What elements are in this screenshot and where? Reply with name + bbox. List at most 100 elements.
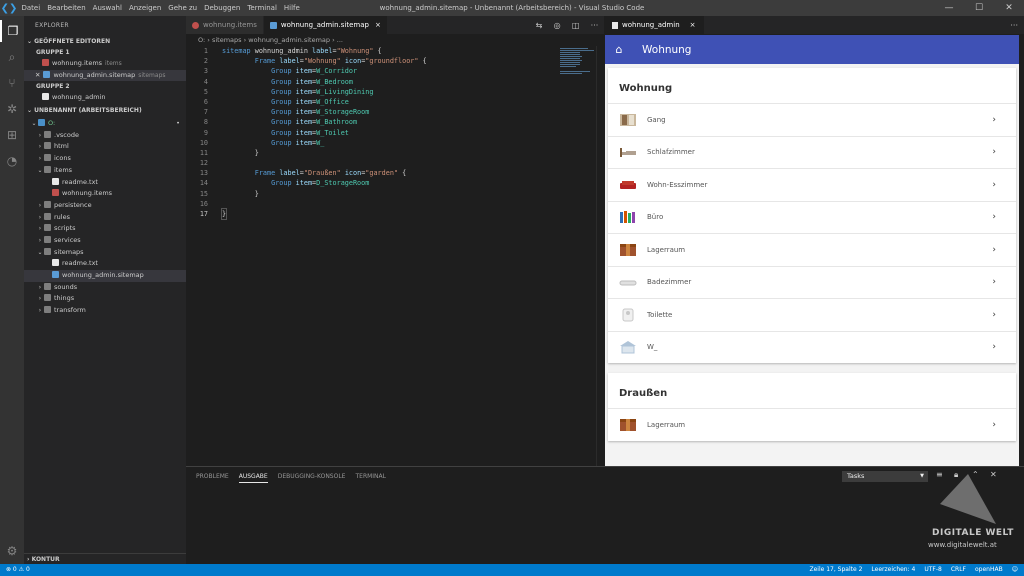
more-actions-icon[interactable]: ··· [591,21,599,30]
list-item-lagerraum[interactable]: Lagerraum › [608,233,1016,266]
feedback-icon[interactable]: ☺ [1012,564,1018,576]
encoding[interactable]: UTF-8 [924,564,942,576]
open-editor-wohnung-admin-preview[interactable]: wohnung_admin [24,92,186,104]
panel-tabs: PROBLEME AUSGABE DEBUGGING-KONSOLE TERMI… [196,473,386,483]
sitemap-preview: ⌂ Wohnung Wohnung Gang › Schlafzimmer › … [605,35,1019,466]
tree-folder-rules[interactable]: › rules [24,212,186,224]
menu-gehe-zu[interactable]: Gehe zu [165,0,201,16]
list-item-wohn-esszimmer[interactable]: Wohn-Esszimmer › [608,168,1016,201]
minimap[interactable] [556,46,600,466]
list-item-badezimmer[interactable]: Badezimmer › [608,265,1016,299]
tree-file-items-readme[interactable]: readme.txt [24,177,186,189]
menu-anzeigen[interactable]: Anzeigen [125,0,164,16]
group-1-label: GRUPPE 1 [36,49,70,56]
items-file-icon [42,59,49,66]
open-editor-wohnung-admin-sitemap[interactable]: ✕ wohnung_admin.sitemap sitemaps [24,69,186,82]
search-icon[interactable]: ⌕ [0,46,24,68]
close-icon[interactable]: ✕ [994,0,1024,16]
folder-icon [44,294,51,302]
code-line: 16 [199,199,208,208]
open-editors-section[interactable]: ⌄ GEÖFFNETE EDITOREN [24,36,186,47]
tab-wohnung-items[interactable]: wohnung.items [186,16,264,34]
storage-box-icon [619,243,637,257]
tree-folder-sitemaps[interactable]: ⌄ sitemaps [24,247,186,259]
tab-ausgabe[interactable]: AUSGABE [238,473,268,483]
language-mode[interactable]: openHAB [975,564,1003,576]
tree-folder-services[interactable]: › services [24,235,186,247]
tree-folder-things[interactable]: › things [24,293,186,305]
list-item-w[interactable]: W_ › [608,330,1016,364]
home-icon[interactable]: ⌂ [605,43,633,56]
chevron-right-icon: › [992,277,996,288]
storage-box-icon [619,418,637,432]
tree-folder-vscode[interactable]: › .vscode [24,130,186,142]
tree-file-wohnung-admin-sitemap[interactable]: wohnung_admin.sitemap [24,270,186,282]
list-item-gang[interactable]: Gang › [608,103,1016,136]
maximize-icon[interactable]: ☐ [964,0,994,16]
tree-folder-sounds[interactable]: › sounds [24,282,186,294]
indentation[interactable]: Leerzeichen: 4 [871,564,915,576]
menu-debuggen[interactable]: Debuggen [201,0,244,16]
explorer-header: EXPLORER [35,22,69,29]
folder-icon [44,200,51,208]
corridor-icon [619,113,637,127]
chevron-right-icon: › [38,155,42,163]
explorer-icon[interactable]: ❐ [0,20,24,42]
split-editor-icon[interactable]: ◫ [572,21,580,30]
code-editor[interactable]: 1 sitemap wohnung_admin label="Wohnung" {… [186,46,556,466]
compare-icon[interactable]: ⇆ [536,21,543,30]
workspace-section[interactable]: ⌄ UNBENANNT (ARBEITSBEREICH) [24,105,186,116]
list-item-lagerraum-draussen[interactable]: Lagerraum › [608,408,1016,441]
close-icon[interactable]: ✕ [35,71,40,79]
list-item-schlafzimmer[interactable]: Schlafzimmer › [608,135,1016,169]
minimize-icon[interactable]: — [934,0,964,16]
close-tab-icon[interactable]: × [375,21,381,29]
list-item-buero[interactable]: Büro › [608,200,1016,234]
tab-probleme[interactable]: PROBLEME [196,473,229,483]
tree-root-o[interactable]: ⌄ O: • [24,118,186,130]
tree-folder-persistence[interactable]: › persistence [24,200,186,212]
tree-file-wohnung-items[interactable]: wohnung.items [24,188,186,200]
output-channel-select[interactable]: Tasks ▼ [842,471,928,482]
tree-folder-transform[interactable]: › transform [24,305,186,317]
menu-datei[interactable]: Datei [18,0,44,16]
debug-icon[interactable]: ✲ [0,98,24,120]
extensions-icon[interactable]: ⊞ [0,124,24,146]
tree-folder-html[interactable]: › html [24,141,186,153]
line-ending[interactable]: CRLF [951,564,966,576]
menu-auswahl[interactable]: Auswahl [89,0,125,16]
tree-folder-icons[interactable]: › icons [24,153,186,165]
openhab-icon[interactable]: ◔ [0,150,24,172]
tree-file-sitemaps-readme[interactable]: readme.txt [24,258,186,270]
chevron-right-icon: › [38,143,42,151]
tree-folder-items[interactable]: ⌄ items [24,165,186,177]
problems-indicator[interactable]: ⊗ 0 ⚠ 0 [6,564,30,576]
cursor-position[interactable]: Zeile 17, Spalte 2 [810,564,863,576]
tab-wohnung-admin-sitemap[interactable]: wohnung_admin.sitemap × [263,16,388,34]
open-editor-wohnung-items[interactable]: wohnung.items items [24,58,186,70]
editor-scrollbar[interactable] [596,46,604,466]
close-tab-icon[interactable]: × [690,21,696,29]
list-item-toilette[interactable]: Toilette › [608,298,1016,331]
outline-section[interactable]: › KONTUR [24,553,186,564]
code-line: 6 Group item=W_Office [203,97,349,106]
tree-folder-scripts[interactable]: › scripts [24,223,186,235]
source-control-icon[interactable]: ⑂ [0,72,24,94]
more-actions-icon[interactable]: ··· [1010,21,1018,30]
chevron-right-icon: › [38,213,42,221]
preview-toolbar: ··· [1010,16,1018,34]
tab-terminal[interactable]: TERMINAL [355,473,386,483]
menu-terminal[interactable]: Terminal [244,0,281,16]
menu-hilfe[interactable]: Hilfe [280,0,303,16]
tab-debugging-konsole[interactable]: DEBUGGING-KONSOLE [278,473,346,483]
toilet-paper-icon [619,308,637,322]
bottom-panel: PROBLEME AUSGABE DEBUGGING-KONSOLE TERMI… [186,466,1024,564]
frame-title: Draußen [619,388,668,399]
chevron-right-icon: › [992,147,996,158]
chevron-right-icon: › [38,295,42,303]
status-bar: ⊗ 0 ⚠ 0 Zeile 17, Spalte 2 Leerzeichen: … [0,564,1024,576]
preview-icon[interactable]: ◎ [554,21,561,30]
tab-wohnung-admin-preview[interactable]: wohnung_admin × [604,16,704,34]
menu-bearbeiten[interactable]: Bearbeiten [44,0,89,16]
gear-icon[interactable]: ⚙ [0,540,24,562]
